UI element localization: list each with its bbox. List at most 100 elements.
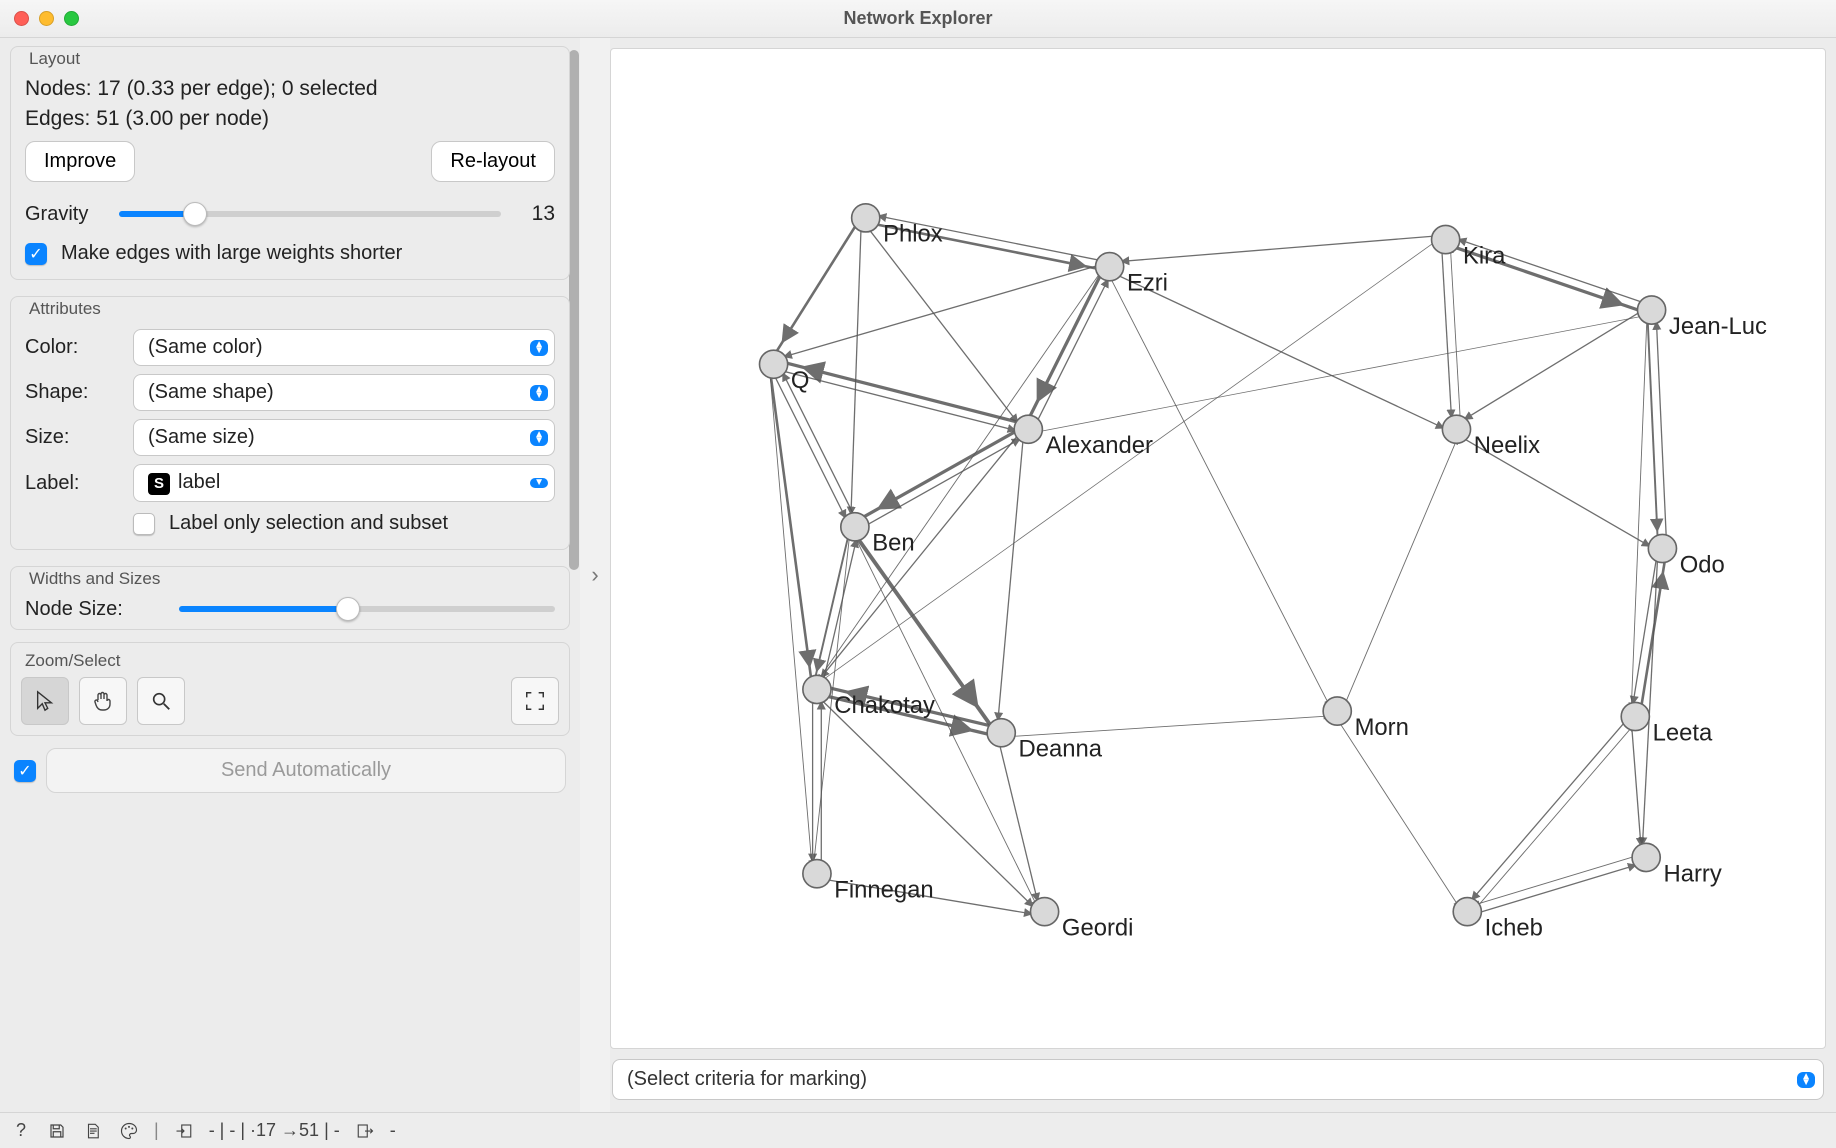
attr-select-size[interactable]: (Same size) [133,419,555,456]
node-size-slider[interactable] [179,597,555,621]
edge[interactable] [851,218,862,527]
marking-select[interactable]: (Select criteria for marking) ▲▼ [612,1059,1824,1100]
fit-to-screen-tool[interactable] [511,677,559,725]
graph-node[interactable] [841,513,869,541]
edge[interactable] [1441,240,1452,430]
send-auto-button[interactable]: Send Automatically [46,748,566,793]
status-bar: ? | - | - | ·17 →51 | - - [0,1112,1836,1148]
panel-collapse[interactable]: › [580,38,610,1112]
send-auto-checkbox[interactable]: ✓ [14,760,36,782]
edge[interactable] [1469,862,1648,916]
edge[interactable] [770,216,862,362]
input-icon[interactable] [173,1120,195,1142]
edge[interactable] [857,433,1030,531]
edge[interactable] [1656,310,1667,548]
edge[interactable] [770,366,851,529]
graph-node[interactable] [1014,415,1042,443]
zoom-tool[interactable] [137,677,185,725]
edge[interactable] [775,360,1030,425]
edge[interactable] [1032,269,1113,432]
graph-node[interactable] [852,204,880,232]
edge[interactable] [773,368,1028,433]
edge[interactable] [1464,714,1632,909]
help-icon[interactable]: ? [10,1120,32,1142]
layout-group-label: Layout [25,49,555,69]
graph-canvas[interactable]: PhloxEzriKiraJean-LucQAlexanderNeelixBen… [610,48,1826,1049]
edge[interactable] [814,427,1025,687]
graph-node[interactable] [1632,843,1660,871]
layout-group: Layout Nodes: 17 (0.33 per edge); 0 sele… [10,46,570,280]
edge[interactable] [1454,306,1649,425]
graph-node[interactable] [803,675,831,703]
edges-shorter-checkbox[interactable]: ✓ [25,243,47,265]
edge[interactable] [821,528,859,691]
graph-node-label: Morn [1355,714,1409,741]
edges-stat: Edges: 51 (3.00 per node) [25,107,555,131]
document-icon[interactable] [82,1120,104,1142]
relayout-button[interactable]: Re-layout [431,141,555,182]
edge[interactable] [1466,853,1645,907]
graph-node-label: Neelix [1474,432,1540,459]
edge[interactable] [1471,719,1639,914]
pointer-tool[interactable] [21,677,69,725]
edge[interactable] [769,365,812,690]
gravity-slider[interactable] [119,202,501,226]
status-text: - | - | ·17 →51 | - [209,1120,340,1141]
zoom-select-label: Zoom/Select [21,651,559,671]
palette-icon[interactable] [118,1120,140,1142]
graph-node[interactable] [1621,702,1649,730]
edge[interactable] [1109,235,1445,262]
graph-node[interactable] [1453,898,1481,926]
edge[interactable] [769,365,812,874]
label-only-selection-checkbox[interactable]: ✓ [133,513,155,535]
chevron-updown-icon [530,340,548,356]
graph-node-label: Ezri [1127,270,1168,297]
attr-label: Shape: [25,381,115,404]
pan-tool[interactable] [79,677,127,725]
edge[interactable] [1334,713,1464,914]
edge[interactable] [1001,715,1337,737]
edge[interactable] [1106,269,1334,713]
attr-select-color[interactable]: (Same color) [133,329,555,366]
graph-node[interactable] [1030,898,1058,926]
edge[interactable] [814,236,1443,686]
edge[interactable] [1450,239,1461,429]
label-only-selection-label: Label only selection and subset [169,512,448,535]
graph-node-label: Geordi [1062,914,1134,941]
improve-button[interactable]: Improve [25,141,135,182]
attr-select-shape[interactable]: (Same shape) [133,374,555,411]
edge[interactable] [1631,310,1647,716]
edge[interactable] [853,425,1026,523]
graph-node[interactable] [1637,296,1665,324]
graph-node[interactable] [759,350,787,378]
edge[interactable] [1029,314,1652,433]
edge[interactable] [1341,431,1460,713]
string-type-icon: S [148,473,170,495]
chevron-right-icon: › [591,562,598,588]
attr-select-label[interactable]: Slabel [133,464,555,502]
edge[interactable] [1024,265,1105,428]
graph-node-label: Phlox [883,221,943,248]
graph-node-label: Kira [1463,242,1506,269]
graph-node[interactable] [803,860,831,888]
attr-row-size: Size:(Same size) [25,419,555,456]
graph-node[interactable] [1323,697,1351,725]
graph-node[interactable] [1432,225,1460,253]
control-panel: Layout Nodes: 17 (0.33 per edge); 0 sele… [0,38,580,1112]
graph-node-label: Icheb [1485,914,1543,941]
output-icon[interactable] [354,1120,376,1142]
edge[interactable] [1647,310,1658,548]
graph-node[interactable] [1442,415,1470,443]
chevron-down-icon [530,478,548,488]
save-icon[interactable] [46,1120,68,1142]
graph-node-label: Ben [872,530,914,557]
edge[interactable] [997,429,1024,732]
graph-node[interactable] [1096,253,1124,281]
graph-panel: PhloxEzriKiraJean-LucQAlexanderNeelixBen… [610,38,1836,1112]
marking-select-placeholder: (Select criteria for marking) [627,1068,867,1091]
graph-node[interactable] [1648,534,1676,562]
edge[interactable] [851,529,1041,914]
gravity-label: Gravity [25,203,105,226]
edge[interactable] [1631,717,1642,858]
graph-node[interactable] [987,719,1015,747]
